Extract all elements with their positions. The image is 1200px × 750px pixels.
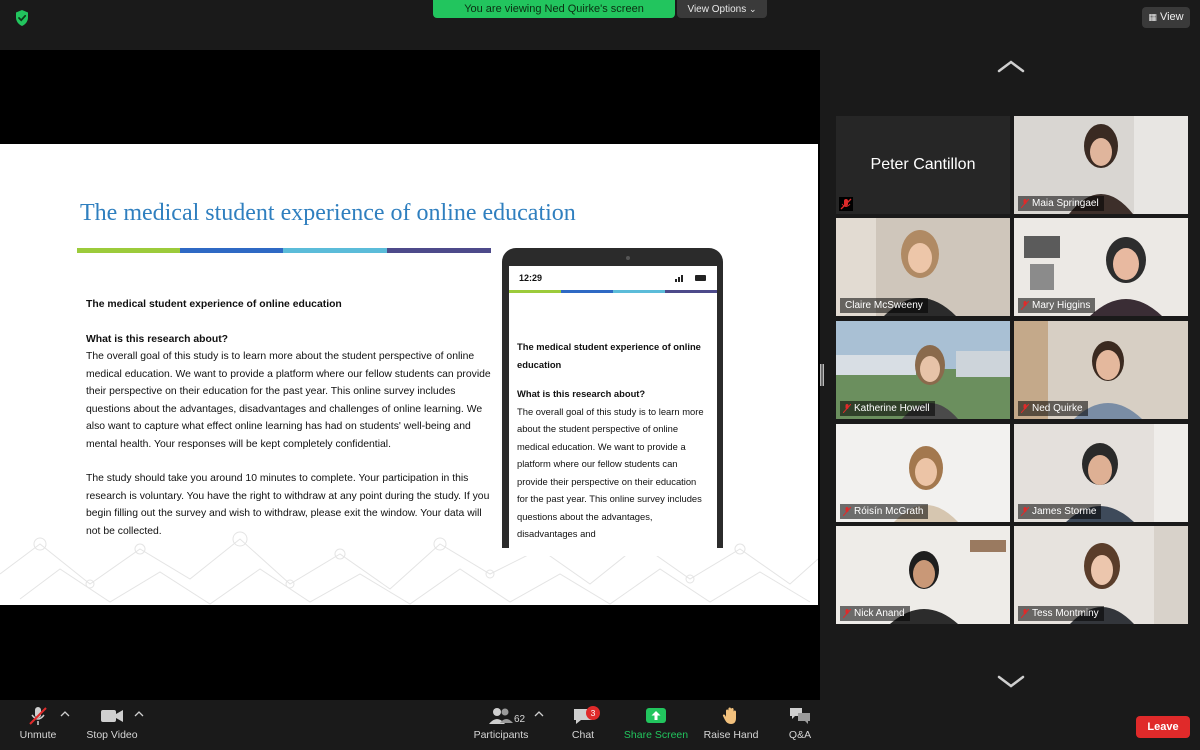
qa-bubbles-icon	[790, 708, 810, 724]
phone-stripe-2	[561, 290, 613, 293]
shared-screen: The medical student experience of online…	[0, 50, 820, 700]
share-screen-button[interactable]: Share Screen	[620, 706, 692, 748]
participant-tile-peter-cantillon[interactable]: Peter Cantillon	[836, 116, 1010, 214]
participant-name: Tess Montminy	[1018, 606, 1104, 621]
raise-hand-label: Raise Hand	[703, 729, 759, 741]
phone-mockup: 12:29 The medical student experience of …	[502, 248, 723, 556]
participant-tile-tess-montminy[interactable]: Tess Montminy	[1014, 526, 1188, 624]
phone-question: What is this research about?	[517, 388, 646, 399]
slide-body-heading: The medical student experience of online…	[86, 299, 342, 310]
video-camera-icon	[101, 710, 123, 722]
panel-splitter-handle[interactable]	[820, 364, 824, 386]
muted-mic-icon	[1021, 404, 1029, 413]
muted-mic-icon	[29, 707, 47, 725]
participant-name: Claire McSweeny	[840, 298, 928, 313]
participants-icon	[489, 708, 513, 724]
slide-stripe-4	[387, 248, 491, 253]
viewing-banner: You are viewing Ned Quirke's screen	[433, 0, 675, 18]
chevron-up-icon[interactable]	[134, 710, 144, 718]
view-options-button[interactable]: View Options ⌄	[677, 0, 767, 18]
slide: The medical student experience of online…	[0, 144, 818, 605]
phone-stripe-3	[613, 290, 665, 293]
view-button-label: View	[1159, 11, 1184, 23]
top-bar: You are viewing Ned Quirke's screen View…	[0, 0, 1200, 50]
participants-label: Participants	[473, 729, 529, 741]
muted-mic-icon	[1021, 609, 1029, 618]
phone-stripe-1	[509, 290, 561, 293]
participant-tile-claire-mcsweeny[interactable]: Claire McSweeny	[836, 218, 1010, 316]
unmute-button[interactable]: Unmute	[14, 706, 62, 748]
phone-paragraph: The overall goal of this study is to lea…	[517, 405, 704, 540]
slide-stripe-3	[283, 248, 387, 253]
slide-body: The medical student experience of online…	[86, 296, 491, 540]
share-screen-icon	[646, 708, 666, 723]
participant-tile-katherine-howell[interactable]: Katherine Howell	[836, 321, 1010, 419]
qa-button[interactable]: Q&A	[780, 706, 820, 748]
participant-tile-ned-quirke[interactable]: Ned Quirke	[1014, 321, 1188, 419]
participant-name: Mary Higgins	[1018, 298, 1096, 313]
participant-name-large: Peter Cantillon	[870, 156, 976, 173]
phone-stripe-4	[665, 290, 717, 293]
chevron-down-icon: ⌄	[748, 4, 757, 14]
phone-screen: 12:29 The medical student experience of …	[509, 266, 717, 556]
chat-label: Chat	[571, 729, 595, 741]
raise-hand-icon	[722, 707, 736, 724]
muted-mic-icon	[1021, 507, 1029, 516]
phone-clock: 12:29	[519, 273, 543, 283]
participant-name: Katherine Howell	[840, 401, 935, 416]
participant-gallery: Peter Cantillon Maia Springael Claire Mc…	[820, 50, 1200, 700]
leave-button[interactable]: Leave	[1136, 716, 1190, 738]
muted-mic-icon	[843, 609, 851, 618]
phone-body: The medical student experience of online…	[517, 338, 709, 543]
share-screen-label: Share Screen	[623, 729, 689, 741]
phone-camera	[626, 256, 630, 260]
chevron-up-icon[interactable]	[534, 710, 544, 718]
meeting-toolbar: Unmute Stop Video Participants 62 Chat 3	[0, 700, 1200, 750]
participant-count: 62	[514, 714, 526, 725]
view-options-label: View Options	[687, 4, 747, 15]
participant-tile-nick-anand[interactable]: Nick Anand	[836, 526, 1010, 624]
participant-name: James Storme	[1018, 504, 1102, 519]
slide-body-question: What is this research about?	[86, 333, 229, 345]
slide-stripe-2	[180, 248, 283, 253]
muted-mic-icon	[843, 404, 851, 413]
slide-body-paragraph-1: The overall goal of this study is to lea…	[86, 351, 491, 450]
participants-button[interactable]: Participants	[468, 706, 534, 748]
chat-unread-badge: 3	[586, 706, 600, 720]
chevron-down-icon[interactable]	[996, 674, 1026, 690]
phone-heading: The medical student experience of online…	[517, 341, 701, 370]
participant-name: Róisín McGrath	[840, 504, 929, 519]
muted-mic-icon	[1021, 199, 1029, 208]
view-button[interactable]: ▦ View	[1142, 7, 1190, 28]
stop-video-label: Stop Video	[86, 729, 138, 741]
chevron-up-icon[interactable]	[60, 710, 70, 718]
participant-tile-james-storme[interactable]: James Storme	[1014, 424, 1188, 522]
signal-battery-icon	[675, 275, 706, 282]
shield-icon[interactable]	[12, 8, 32, 28]
muted-mic-icon	[839, 197, 853, 211]
participant-tile-mary-higgins[interactable]: Mary Higgins	[1014, 218, 1188, 316]
participant-name: Maia Springael	[1018, 196, 1104, 211]
muted-mic-icon	[843, 507, 851, 516]
qa-label: Q&A	[788, 729, 812, 741]
slide-title: The medical student experience of online…	[80, 200, 576, 226]
slide-stripe-1	[77, 248, 180, 253]
chevron-up-icon[interactable]	[996, 58, 1026, 74]
stop-video-button[interactable]: Stop Video	[82, 706, 142, 748]
muted-mic-icon	[1021, 301, 1029, 310]
raise-hand-button[interactable]: Raise Hand	[700, 706, 762, 748]
participant-tile-roisin-mcgrath[interactable]: Róisín McGrath	[836, 424, 1010, 522]
grid-icon: ▦	[1148, 12, 1157, 22]
unmute-label: Unmute	[19, 729, 57, 741]
participant-tile-maia-springael[interactable]: Maia Springael	[1014, 116, 1188, 214]
